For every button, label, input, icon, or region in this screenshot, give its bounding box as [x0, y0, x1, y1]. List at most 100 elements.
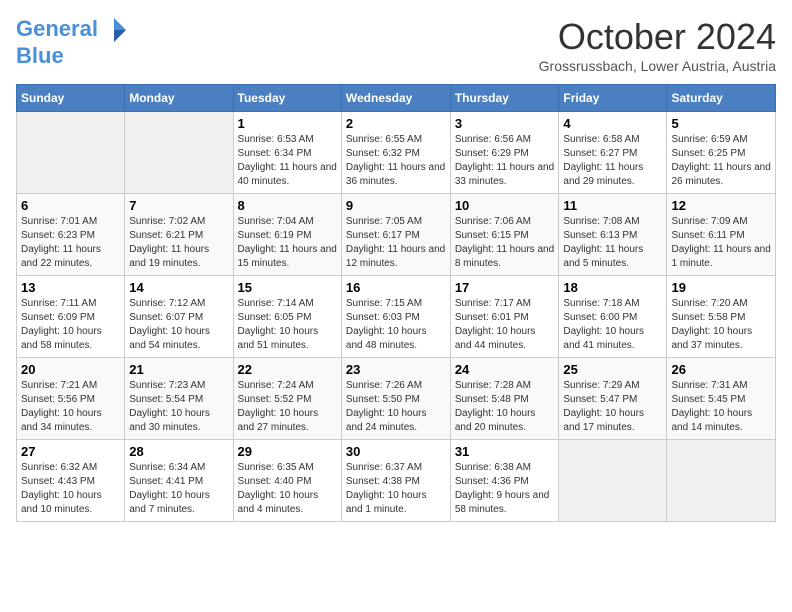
- day-number: 16: [346, 280, 446, 295]
- calendar-cell: 18Sunrise: 7:18 AM Sunset: 6:00 PM Dayli…: [559, 276, 667, 358]
- day-number: 15: [238, 280, 337, 295]
- calendar-cell: [125, 112, 233, 194]
- day-number: 7: [129, 198, 228, 213]
- title-block: October 2024 Grossrussbach, Lower Austri…: [539, 16, 776, 74]
- day-number: 23: [346, 362, 446, 377]
- day-number: 6: [21, 198, 120, 213]
- day-info: Sunrise: 7:28 AM Sunset: 5:48 PM Dayligh…: [455, 379, 555, 435]
- calendar-cell: 5Sunrise: 6:59 AM Sunset: 6:25 PM Daylig…: [667, 112, 776, 194]
- day-number: 4: [563, 116, 662, 131]
- calendar-week-row: 20Sunrise: 7:21 AM Sunset: 5:56 PM Dayli…: [17, 358, 776, 440]
- logo-text: General: [16, 16, 128, 44]
- day-number: 2: [346, 116, 446, 131]
- day-number: 28: [129, 444, 228, 459]
- day-info: Sunrise: 7:01 AM Sunset: 6:23 PM Dayligh…: [21, 215, 120, 271]
- calendar-cell: [667, 440, 776, 522]
- day-number: 24: [455, 362, 555, 377]
- calendar-cell: 1 Sunrise: 6:53 AM Sunset: 6:34 PM Daylig…: [233, 112, 341, 194]
- day-info: Sunrise: 7:09 AM Sunset: 6:11 PM Dayligh…: [671, 215, 771, 271]
- weekday-header: Wednesday: [341, 85, 450, 112]
- calendar-cell: [17, 112, 125, 194]
- day-number: 1: [238, 116, 337, 131]
- day-info: Sunrise: 7:24 AM Sunset: 5:52 PM Dayligh…: [238, 379, 337, 435]
- day-number: 26: [671, 362, 771, 377]
- day-info: Sunrise: 7:31 AM Sunset: 5:45 PM Dayligh…: [671, 379, 771, 435]
- day-number: 29: [238, 444, 337, 459]
- day-info: Sunrise: 7:21 AM Sunset: 5:56 PM Dayligh…: [21, 379, 120, 435]
- calendar-cell: 22 Sunrise: 7:24 AM Sunset: 5:52 PM Dayli…: [233, 358, 341, 440]
- calendar-cell: 27 Sunrise: 6:32 AM Sunset: 4:43 PM Dayli…: [17, 440, 125, 522]
- calendar-cell: 24 Sunrise: 7:28 AM Sunset: 5:48 PM Dayli…: [450, 358, 559, 440]
- calendar-cell: 12 Sunrise: 7:09 AM Sunset: 6:11 PM Dayli…: [667, 194, 776, 276]
- day-info: Sunrise: 6:37 AM Sunset: 4:38 PM Dayligh…: [346, 461, 446, 517]
- day-info: Sunrise: 6:53 AM Sunset: 6:34 PM Dayligh…: [238, 133, 337, 189]
- day-info: Sunrise: 7:08 AM Sunset: 6:13 PM Dayligh…: [563, 215, 662, 271]
- day-info: Sunrise: 6:58 AM Sunset: 6:27 PM Dayligh…: [563, 133, 662, 189]
- day-number: 13: [21, 280, 120, 295]
- day-info: Sunrise: 7:11 AM Sunset: 6:09 PM Dayligh…: [21, 297, 120, 353]
- calendar-week-row: 13 Sunrise: 7:11 AM Sunset: 6:09 PM Dayli…: [17, 276, 776, 358]
- calendar-cell: 21 Sunrise: 7:23 AM Sunset: 5:54 PM Dayli…: [125, 358, 233, 440]
- day-number: 9: [346, 198, 446, 213]
- calendar-cell: 19Sunrise: 7:20 AM Sunset: 5:58 PM Dayli…: [667, 276, 776, 358]
- weekday-header: Monday: [125, 85, 233, 112]
- day-info: Sunrise: 7:12 AM Sunset: 6:07 PM Dayligh…: [129, 297, 228, 353]
- calendar-cell: 7 Sunrise: 7:02 AM Sunset: 6:21 PM Daylig…: [125, 194, 233, 276]
- month-title: October 2024: [539, 16, 776, 58]
- calendar-cell: 29Sunrise: 6:35 AM Sunset: 4:40 PM Dayli…: [233, 440, 341, 522]
- calendar-table: SundayMondayTuesdayWednesdayThursdayFrid…: [16, 84, 776, 522]
- day-number: 30: [346, 444, 446, 459]
- day-info: Sunrise: 7:02 AM Sunset: 6:21 PM Dayligh…: [129, 215, 228, 271]
- day-number: 14: [129, 280, 228, 295]
- logo-subtext: Blue: [16, 44, 128, 68]
- header-row: SundayMondayTuesdayWednesdayThursdayFrid…: [17, 85, 776, 112]
- day-number: 3: [455, 116, 555, 131]
- weekday-header: Thursday: [450, 85, 559, 112]
- page-header: General Blue October 2024 Grossrussbach,…: [16, 16, 776, 74]
- day-number: 27: [21, 444, 120, 459]
- calendar-cell: 3 Sunrise: 6:56 AM Sunset: 6:29 PM Daylig…: [450, 112, 559, 194]
- day-number: 18: [563, 280, 662, 295]
- day-number: 19: [671, 280, 771, 295]
- calendar-cell: [559, 440, 667, 522]
- day-info: Sunrise: 6:55 AM Sunset: 6:32 PM Dayligh…: [346, 133, 446, 189]
- day-number: 22: [238, 362, 337, 377]
- weekday-header: Tuesday: [233, 85, 341, 112]
- calendar-cell: 16 Sunrise: 7:15 AM Sunset: 6:03 PM Dayli…: [341, 276, 450, 358]
- day-info: Sunrise: 6:56 AM Sunset: 6:29 PM Dayligh…: [455, 133, 555, 189]
- day-number: 8: [238, 198, 337, 213]
- day-info: Sunrise: 6:32 AM Sunset: 4:43 PM Dayligh…: [21, 461, 120, 517]
- calendar-cell: 6 Sunrise: 7:01 AM Sunset: 6:23 PM Daylig…: [17, 194, 125, 276]
- day-number: 17: [455, 280, 555, 295]
- calendar-week-row: 1 Sunrise: 6:53 AM Sunset: 6:34 PM Daylig…: [17, 112, 776, 194]
- calendar-cell: 15 Sunrise: 7:14 AM Sunset: 6:05 PM Dayli…: [233, 276, 341, 358]
- day-info: Sunrise: 7:06 AM Sunset: 6:15 PM Dayligh…: [455, 215, 555, 271]
- day-number: 31: [455, 444, 555, 459]
- day-number: 10: [455, 198, 555, 213]
- logo: General Blue: [16, 16, 128, 68]
- day-info: Sunrise: 6:38 AM Sunset: 4:36 PM Dayligh…: [455, 461, 555, 517]
- calendar-cell: 13 Sunrise: 7:11 AM Sunset: 6:09 PM Dayli…: [17, 276, 125, 358]
- calendar-cell: 9 Sunrise: 7:05 AM Sunset: 6:17 PM Daylig…: [341, 194, 450, 276]
- calendar-cell: 30 Sunrise: 6:37 AM Sunset: 4:38 PM Dayli…: [341, 440, 450, 522]
- day-info: Sunrise: 7:05 AM Sunset: 6:17 PM Dayligh…: [346, 215, 446, 271]
- calendar-cell: 25Sunrise: 7:29 AM Sunset: 5:47 PM Dayli…: [559, 358, 667, 440]
- day-info: Sunrise: 7:04 AM Sunset: 6:19 PM Dayligh…: [238, 215, 337, 271]
- day-info: Sunrise: 7:14 AM Sunset: 6:05 PM Dayligh…: [238, 297, 337, 353]
- calendar-cell: 14 Sunrise: 7:12 AM Sunset: 6:07 PM Dayli…: [125, 276, 233, 358]
- day-number: 21: [129, 362, 228, 377]
- weekday-header: Sunday: [17, 85, 125, 112]
- calendar-cell: 2 Sunrise: 6:55 AM Sunset: 6:32 PM Daylig…: [341, 112, 450, 194]
- day-number: 12: [671, 198, 771, 213]
- day-info: Sunrise: 7:15 AM Sunset: 6:03 PM Dayligh…: [346, 297, 446, 353]
- location: Grossrussbach, Lower Austria, Austria: [539, 58, 776, 74]
- weekday-header: Saturday: [667, 85, 776, 112]
- calendar-week-row: 6 Sunrise: 7:01 AM Sunset: 6:23 PM Daylig…: [17, 194, 776, 276]
- calendar-cell: 4 Sunrise: 6:58 AM Sunset: 6:27 PM Daylig…: [559, 112, 667, 194]
- calendar-cell: 11Sunrise: 7:08 AM Sunset: 6:13 PM Dayli…: [559, 194, 667, 276]
- day-info: Sunrise: 7:23 AM Sunset: 5:54 PM Dayligh…: [129, 379, 228, 435]
- day-info: Sunrise: 6:34 AM Sunset: 4:41 PM Dayligh…: [129, 461, 228, 517]
- calendar-cell: 8 Sunrise: 7:04 AM Sunset: 6:19 PM Daylig…: [233, 194, 341, 276]
- day-info: Sunrise: 7:26 AM Sunset: 5:50 PM Dayligh…: [346, 379, 446, 435]
- calendar-cell: 23 Sunrise: 7:26 AM Sunset: 5:50 PM Dayli…: [341, 358, 450, 440]
